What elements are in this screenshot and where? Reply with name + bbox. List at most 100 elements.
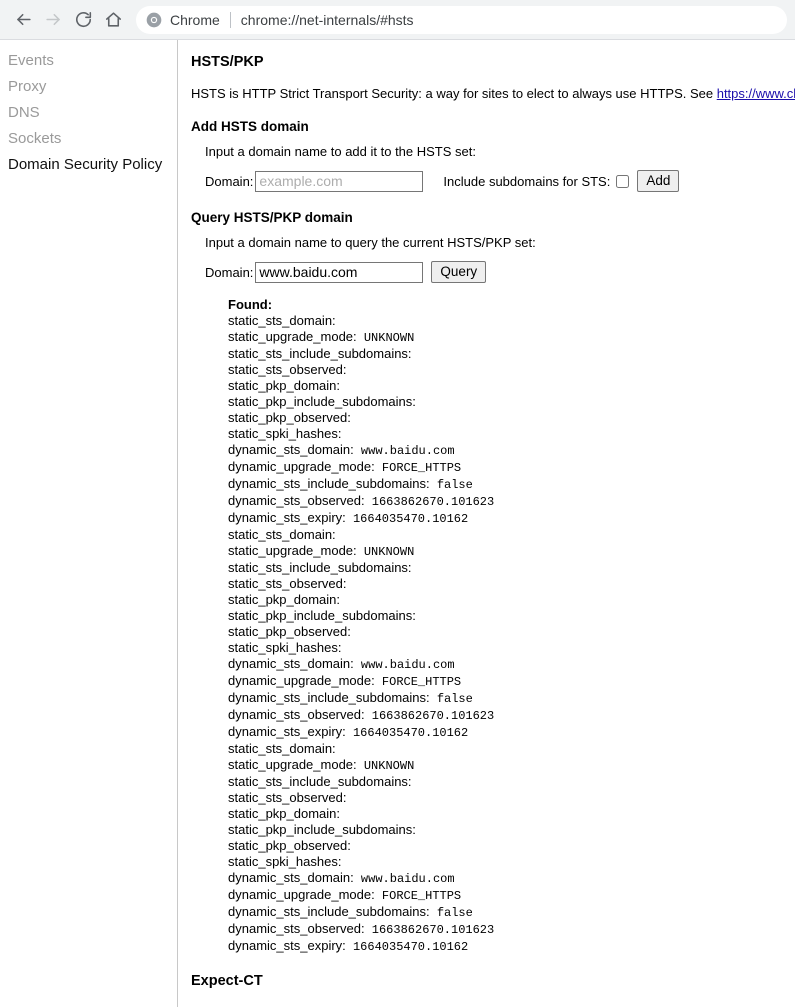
add-hsts-section: Input a domain name to add it to the HST…	[205, 144, 795, 192]
add-domain-input[interactable]	[255, 170, 424, 192]
query-result-line: static_sts_observed:	[228, 576, 795, 592]
query-result-key: static_sts_include_subdomains:	[228, 560, 412, 575]
query-result-key: dynamic_sts_expiry:	[228, 724, 346, 739]
query-result-line: dynamic_sts_include_subdomains: false	[228, 904, 795, 921]
reload-button[interactable]	[68, 5, 98, 35]
query-result-line: static_sts_include_subdomains:	[228, 560, 795, 576]
query-button[interactable]: Query	[431, 261, 487, 283]
query-result-value: 1663862670.101623	[364, 709, 495, 723]
home-icon	[105, 12, 121, 27]
query-result-key: dynamic_upgrade_mode:	[228, 673, 375, 688]
query-result-key: dynamic_sts_domain:	[228, 870, 354, 885]
chrome-logo-icon	[146, 12, 162, 27]
expect-ct-heading: Expect-CT	[191, 973, 263, 989]
query-result-line: static_pkp_include_subdomains:	[228, 394, 795, 410]
include-subdomains-checkbox[interactable]	[616, 174, 630, 188]
query-result-key: static_pkp_observed:	[228, 624, 351, 639]
back-button[interactable]	[8, 5, 38, 35]
query-result-line: static_sts_domain:	[228, 741, 795, 757]
query-result-key: static_sts_domain:	[228, 527, 336, 542]
query-result-key: dynamic_sts_domain:	[228, 442, 354, 457]
query-result-line: static_sts_include_subdomains:	[228, 346, 795, 362]
query-result-value: 1664035470.10162	[345, 940, 469, 954]
query-result-value: 1663862670.101623	[364, 923, 495, 937]
query-result-key: static_sts_observed:	[228, 362, 347, 377]
forward-button[interactable]	[38, 5, 68, 35]
query-domain-input[interactable]	[255, 261, 424, 283]
query-result-key: dynamic_sts_observed:	[228, 707, 365, 722]
add-button[interactable]: Add	[637, 170, 680, 192]
query-result-key: static_sts_domain:	[228, 741, 336, 756]
query-result-key: dynamic_upgrade_mode:	[228, 887, 375, 902]
query-result-key: static_pkp_include_subdomains:	[228, 608, 416, 623]
query-hsts-hint: Input a domain name to query the current…	[205, 235, 536, 250]
query-results-lines: static_sts_domain: static_upgrade_mode: U…	[228, 313, 795, 955]
query-hsts-section: Input a domain name to query the current…	[205, 235, 795, 283]
query-result-key: static_sts_include_subdomains:	[228, 346, 412, 361]
query-result-line: dynamic_sts_expiry: 1664035470.10162	[228, 724, 795, 741]
sidebar-item-events[interactable]: Events	[0, 48, 177, 74]
back-arrow-icon	[16, 13, 31, 26]
query-result-key: static_spki_hashes:	[228, 854, 342, 869]
query-result-key: static_sts_domain:	[228, 313, 336, 328]
omnibox-brand-label: Chrome	[170, 11, 220, 28]
query-result-value: UNKNOWN	[356, 759, 415, 773]
query-result-key: static_sts_observed:	[228, 576, 347, 591]
query-result-value: FORCE_HTTPS	[374, 461, 462, 475]
query-result-line: static_pkp_observed:	[228, 410, 795, 426]
query-result-line: static_pkp_domain:	[228, 592, 795, 608]
query-result-line: static_upgrade_mode: UNKNOWN	[228, 543, 795, 560]
query-result-line: static_pkp_domain:	[228, 806, 795, 822]
query-result-line: dynamic_sts_domain: www.baidu.com	[228, 442, 795, 459]
sidebar-item-domain-security-policy[interactable]: Domain Security Policy	[0, 152, 177, 178]
query-result-value: 1664035470.10162	[345, 512, 469, 526]
query-results: Found: static_sts_domain: static_upgrade_…	[228, 297, 795, 955]
query-result-key: static_sts_include_subdomains:	[228, 774, 412, 789]
query-result-line: dynamic_sts_include_subdomains: false	[228, 690, 795, 707]
query-result-value: www.baidu.com	[353, 872, 455, 886]
query-result-key: static_pkp_domain:	[228, 378, 341, 393]
query-result-line: dynamic_sts_expiry: 1664035470.10162	[228, 510, 795, 527]
query-result-line: static_pkp_observed:	[228, 624, 795, 640]
query-result-line: static_sts_observed:	[228, 790, 795, 806]
forward-arrow-icon	[45, 13, 60, 26]
query-result-key: static_pkp_observed:	[228, 410, 351, 425]
query-result-key: dynamic_sts_observed:	[228, 493, 365, 508]
page-title: HSTS/PKP	[191, 54, 264, 70]
query-result-line: dynamic_sts_expiry: 1664035470.10162	[228, 938, 795, 955]
query-result-line: static_sts_include_subdomains:	[228, 774, 795, 790]
sidebar-item-dns[interactable]: DNS	[0, 100, 177, 126]
sidebar-item-proxy[interactable]: Proxy	[0, 74, 177, 100]
main-content: HSTS/PKP HSTS is HTTP Strict Transport S…	[178, 40, 795, 1007]
query-result-line: static_spki_hashes:	[228, 854, 795, 870]
sidebar: Events Proxy DNS Sockets Domain Security…	[0, 40, 178, 1007]
query-result-value: FORCE_HTTPS	[374, 889, 462, 903]
query-result-line: static_sts_domain:	[228, 527, 795, 543]
query-result-key: dynamic_sts_observed:	[228, 921, 365, 936]
query-result-key: static_pkp_domain:	[228, 592, 341, 607]
query-result-key: static_upgrade_mode:	[228, 543, 357, 558]
query-result-line: static_spki_hashes:	[228, 426, 795, 442]
query-result-key: static_sts_observed:	[228, 790, 347, 805]
sidebar-item-sockets[interactable]: Sockets	[0, 126, 177, 152]
query-result-key: static_pkp_include_subdomains:	[228, 822, 416, 837]
add-hsts-hint: Input a domain name to add it to the HST…	[205, 144, 476, 159]
query-result-line: static_sts_domain:	[228, 313, 795, 329]
query-result-line: static_pkp_domain:	[228, 378, 795, 394]
query-result-line: dynamic_upgrade_mode: FORCE_HTTPS	[228, 887, 795, 904]
query-result-key: static_upgrade_mode:	[228, 757, 357, 772]
query-result-value: www.baidu.com	[353, 658, 455, 672]
query-result-key: static_pkp_include_subdomains:	[228, 394, 416, 409]
query-result-line: static_spki_hashes:	[228, 640, 795, 656]
query-result-line: dynamic_sts_observed: 1663862670.101623	[228, 707, 795, 724]
home-button[interactable]	[98, 5, 128, 35]
query-result-line: dynamic_sts_domain: www.baidu.com	[228, 656, 795, 673]
query-result-key: dynamic_sts_expiry:	[228, 510, 346, 525]
query-result-value: 1664035470.10162	[345, 726, 469, 740]
query-result-line: dynamic_sts_observed: 1663862670.101623	[228, 493, 795, 510]
address-bar[interactable]: Chrome chrome://net-internals/#hsts	[136, 5, 787, 34]
chromium-docs-link[interactable]: https://www.chromium.org	[717, 86, 795, 101]
query-result-value: UNKNOWN	[356, 331, 415, 345]
query-result-value: FORCE_HTTPS	[374, 675, 462, 689]
query-result-key: static_pkp_domain:	[228, 806, 341, 821]
